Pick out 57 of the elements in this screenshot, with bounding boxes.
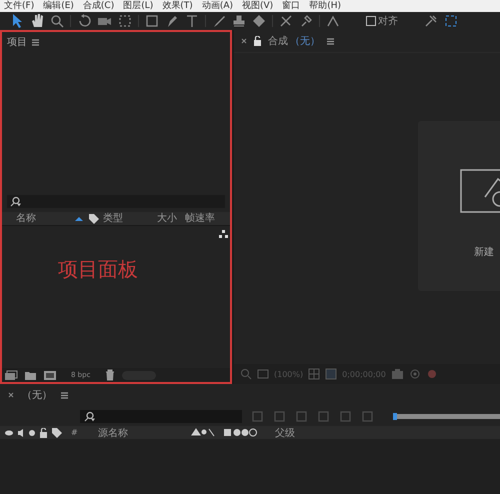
tag-icon[interactable] xyxy=(51,427,62,438)
column-header[interactable]: # xyxy=(71,428,95,437)
close-icon[interactable] xyxy=(241,38,247,44)
stamp-icon[interactable] xyxy=(232,14,246,28)
panel-title[interactable]: 项目 xyxy=(7,35,27,49)
new-composition-label: 新建 xyxy=(474,246,494,259)
menu-item[interactable]: 帮助(H) xyxy=(309,0,341,12)
menu-item[interactable]: 图层(L) xyxy=(123,0,154,12)
search-icon xyxy=(84,410,95,422)
trash-icon[interactable] xyxy=(104,369,116,381)
rotate-icon[interactable] xyxy=(77,14,91,28)
panel-title[interactable]: （无） xyxy=(22,388,52,402)
column-header[interactable]: 类型 xyxy=(103,211,157,225)
annotation-label: 项目面板 xyxy=(58,256,138,282)
menu-icon[interactable] xyxy=(31,38,40,46)
hand-icon[interactable] xyxy=(30,13,44,29)
lock-icon[interactable] xyxy=(253,36,262,46)
align-label: 对齐 xyxy=(378,14,398,28)
column-header[interactable]: 大小 xyxy=(157,211,185,225)
composition-name[interactable]: （无） xyxy=(290,34,320,48)
type-tool-icon[interactable] xyxy=(185,14,199,28)
time-zoom-handle[interactable] xyxy=(393,412,397,420)
align-checkbox[interactable] xyxy=(366,16,376,26)
menu-item[interactable]: 合成(C) xyxy=(82,0,114,12)
menu-item[interactable]: 视图(V) xyxy=(242,0,274,12)
eye-icon[interactable] xyxy=(4,428,14,438)
menu-item[interactable]: 窗口 xyxy=(282,0,300,12)
selection-arrow-icon[interactable] xyxy=(10,13,24,29)
new-composition-icon[interactable] xyxy=(43,370,57,380)
menu-item[interactable]: 动画(A) xyxy=(202,0,233,12)
column-header[interactable]: 名称 xyxy=(16,211,74,225)
close-icon[interactable] xyxy=(8,392,14,398)
column-header[interactable]: 父级 xyxy=(275,426,295,440)
zoom-icon[interactable] xyxy=(50,14,64,28)
lock-icon[interactable] xyxy=(39,428,48,438)
menu-item[interactable]: 编辑(E) xyxy=(43,0,74,12)
search-icon xyxy=(10,196,21,206)
menu-icon[interactable] xyxy=(60,390,69,400)
pen-icon[interactable] xyxy=(165,14,179,28)
sort-caret-icon[interactable] xyxy=(74,214,84,222)
panel-title[interactable]: 合成 xyxy=(268,34,288,48)
new-composition-card[interactable]: 新建 xyxy=(418,121,500,291)
search-field[interactable] xyxy=(80,410,242,422)
menu-icon[interactable] xyxy=(326,36,335,46)
speaker-icon[interactable] xyxy=(17,428,25,438)
menu-item[interactable]: 效果(T) xyxy=(162,0,193,12)
tag-icon[interactable] xyxy=(88,212,99,224)
column-header[interactable]: 帧速率 xyxy=(185,211,215,225)
search-field[interactable] xyxy=(7,194,225,208)
menu-item[interactable]: 文件(F) xyxy=(4,0,34,12)
brush-icon[interactable] xyxy=(212,14,226,28)
layer-switches-icon[interactable] xyxy=(191,427,258,438)
solo-icon[interactable] xyxy=(28,428,36,438)
column-header[interactable]: 源名称 xyxy=(98,426,188,440)
rectangle-icon[interactable] xyxy=(145,14,159,28)
flowchart-icon[interactable] xyxy=(219,230,228,238)
dotted-square-icon[interactable] xyxy=(118,14,132,28)
